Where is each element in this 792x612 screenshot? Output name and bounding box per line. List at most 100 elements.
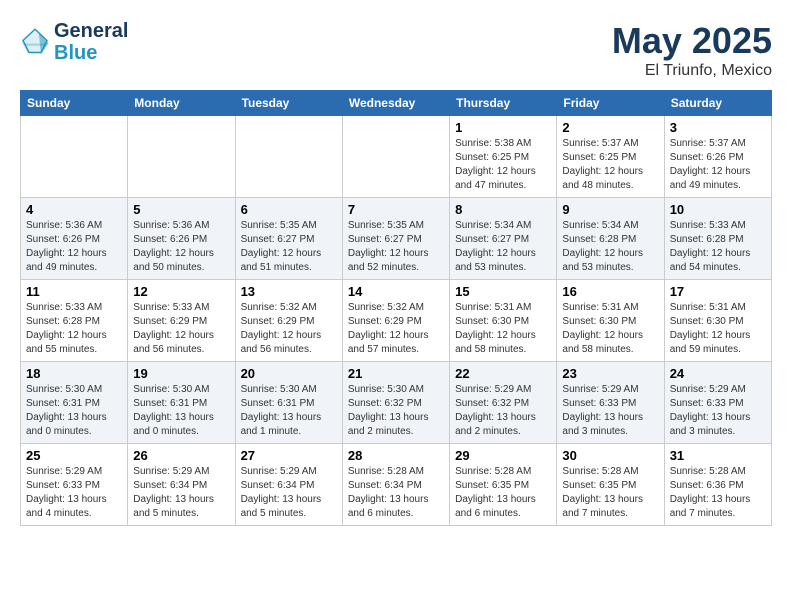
calendar-cell (342, 116, 449, 198)
calendar-cell: 23 Sunrise: 5:29 AMSunset: 6:33 PMDayligh… (557, 362, 664, 444)
calendar-cell (21, 116, 128, 198)
day-info: Sunrise: 5:33 AMSunset: 6:29 PMDaylight:… (133, 301, 229, 357)
calendar-table: SundayMondayTuesdayWednesdayThursdayFrid… (20, 90, 772, 526)
day-number: 31 (670, 448, 766, 463)
day-info: Sunrise: 5:29 AMSunset: 6:33 PMDaylight:… (562, 383, 658, 439)
calendar-cell: 1 Sunrise: 5:38 AMSunset: 6:25 PMDaylight… (450, 116, 557, 198)
day-info: Sunrise: 5:29 AMSunset: 6:32 PMDaylight:… (455, 383, 551, 439)
calendar-cell: 9 Sunrise: 5:34 AMSunset: 6:28 PMDaylight… (557, 198, 664, 280)
day-info: Sunrise: 5:37 AMSunset: 6:25 PMDaylight:… (562, 137, 658, 193)
day-info: Sunrise: 5:33 AMSunset: 6:28 PMDaylight:… (26, 301, 122, 357)
col-header-friday: Friday (557, 91, 664, 116)
day-info: Sunrise: 5:30 AMSunset: 6:31 PMDaylight:… (133, 383, 229, 439)
day-info: Sunrise: 5:36 AMSunset: 6:26 PMDaylight:… (26, 219, 122, 275)
calendar-cell: 30 Sunrise: 5:28 AMSunset: 6:35 PMDayligh… (557, 444, 664, 526)
day-info: Sunrise: 5:29 AMSunset: 6:33 PMDaylight:… (26, 465, 122, 521)
day-info: Sunrise: 5:30 AMSunset: 6:32 PMDaylight:… (348, 383, 444, 439)
calendar-week-2: 4 Sunrise: 5:36 AMSunset: 6:26 PMDaylight… (21, 198, 772, 280)
day-number: 23 (562, 366, 658, 381)
day-number: 17 (670, 284, 766, 299)
logo-icon (20, 27, 50, 57)
day-info: Sunrise: 5:30 AMSunset: 6:31 PMDaylight:… (241, 383, 337, 439)
day-number: 19 (133, 366, 229, 381)
calendar-cell: 10Sunrise: 5:33 AMSunset: 6:28 PMDayligh… (664, 198, 771, 280)
calendar-cell: 20Sunrise: 5:30 AMSunset: 6:31 PMDayligh… (235, 362, 342, 444)
day-number: 30 (562, 448, 658, 463)
calendar-cell: 8 Sunrise: 5:34 AMSunset: 6:27 PMDaylight… (450, 198, 557, 280)
day-number: 10 (670, 202, 766, 217)
col-header-monday: Monday (128, 91, 235, 116)
day-info: Sunrise: 5:34 AMSunset: 6:27 PMDaylight:… (455, 219, 551, 275)
calendar-cell: 3 Sunrise: 5:37 AMSunset: 6:26 PMDaylight… (664, 116, 771, 198)
calendar-cell (235, 116, 342, 198)
month-year: May 2025 (612, 20, 772, 62)
calendar-cell: 24Sunrise: 5:29 AMSunset: 6:33 PMDayligh… (664, 362, 771, 444)
calendar-cell: 26Sunrise: 5:29 AMSunset: 6:34 PMDayligh… (128, 444, 235, 526)
col-header-wednesday: Wednesday (342, 91, 449, 116)
logo: General Blue (20, 20, 128, 64)
logo-text: General Blue (54, 20, 128, 64)
calendar-cell: 2 Sunrise: 5:37 AMSunset: 6:25 PMDaylight… (557, 116, 664, 198)
day-number: 1 (455, 120, 551, 135)
day-number: 11 (26, 284, 122, 299)
day-info: Sunrise: 5:31 AMSunset: 6:30 PMDaylight:… (670, 301, 766, 357)
day-info: Sunrise: 5:28 AMSunset: 6:34 PMDaylight:… (348, 465, 444, 521)
day-number: 21 (348, 366, 444, 381)
day-info: Sunrise: 5:28 AMSunset: 6:35 PMDaylight:… (455, 465, 551, 521)
calendar-week-3: 11 Sunrise: 5:33 AMSunset: 6:28 PMDayligh… (21, 280, 772, 362)
calendar-header: SundayMondayTuesdayWednesdayThursdayFrid… (21, 91, 772, 116)
calendar-cell: 15 Sunrise: 5:31 AMSunset: 6:30 PMDayligh… (450, 280, 557, 362)
day-number: 4 (26, 202, 122, 217)
page-header: General Blue May 2025 El Triunfo, Mexico (20, 20, 772, 80)
day-info: Sunrise: 5:30 AMSunset: 6:31 PMDaylight:… (26, 383, 122, 439)
day-number: 13 (241, 284, 337, 299)
calendar-cell: 14 Sunrise: 5:32 AMSunset: 6:29 PMDayligh… (342, 280, 449, 362)
day-number: 22 (455, 366, 551, 381)
col-header-sunday: Sunday (21, 91, 128, 116)
day-info: Sunrise: 5:38 AMSunset: 6:25 PMDaylight:… (455, 137, 551, 193)
day-number: 18 (26, 366, 122, 381)
day-number: 25 (26, 448, 122, 463)
day-number: 6 (241, 202, 337, 217)
day-info: Sunrise: 5:34 AMSunset: 6:28 PMDaylight:… (562, 219, 658, 275)
day-info: Sunrise: 5:36 AMSunset: 6:26 PMDaylight:… (133, 219, 229, 275)
calendar-cell: 29Sunrise: 5:28 AMSunset: 6:35 PMDayligh… (450, 444, 557, 526)
calendar-cell: 7 Sunrise: 5:35 AMSunset: 6:27 PMDaylight… (342, 198, 449, 280)
calendar-cell: 25 Sunrise: 5:29 AMSunset: 6:33 PMDayligh… (21, 444, 128, 526)
day-info: Sunrise: 5:28 AMSunset: 6:35 PMDaylight:… (562, 465, 658, 521)
calendar-cell: 13 Sunrise: 5:32 AMSunset: 6:29 PMDayligh… (235, 280, 342, 362)
day-info: Sunrise: 5:29 AMSunset: 6:33 PMDaylight:… (670, 383, 766, 439)
day-number: 3 (670, 120, 766, 135)
day-number: 12 (133, 284, 229, 299)
calendar-cell (128, 116, 235, 198)
day-number: 28 (348, 448, 444, 463)
calendar-cell: 5 Sunrise: 5:36 AMSunset: 6:26 PMDaylight… (128, 198, 235, 280)
calendar-cell: 16Sunrise: 5:31 AMSunset: 6:30 PMDayligh… (557, 280, 664, 362)
calendar-cell: 6 Sunrise: 5:35 AMSunset: 6:27 PMDaylight… (235, 198, 342, 280)
calendar-cell: 12 Sunrise: 5:33 AMSunset: 6:29 PMDayligh… (128, 280, 235, 362)
day-number: 7 (348, 202, 444, 217)
day-number: 14 (348, 284, 444, 299)
calendar-cell: 11 Sunrise: 5:33 AMSunset: 6:28 PMDayligh… (21, 280, 128, 362)
location: El Triunfo, Mexico (612, 62, 772, 80)
day-info: Sunrise: 5:37 AMSunset: 6:26 PMDaylight:… (670, 137, 766, 193)
day-number: 2 (562, 120, 658, 135)
day-info: Sunrise: 5:29 AMSunset: 6:34 PMDaylight:… (241, 465, 337, 521)
day-info: Sunrise: 5:32 AMSunset: 6:29 PMDaylight:… (241, 301, 337, 357)
day-info: Sunrise: 5:32 AMSunset: 6:29 PMDaylight:… (348, 301, 444, 357)
day-info: Sunrise: 5:35 AMSunset: 6:27 PMDaylight:… (348, 219, 444, 275)
calendar-cell: 21 Sunrise: 5:30 AMSunset: 6:32 PMDayligh… (342, 362, 449, 444)
calendar-week-1: 1 Sunrise: 5:38 AMSunset: 6:25 PMDaylight… (21, 116, 772, 198)
day-number: 15 (455, 284, 551, 299)
day-number: 8 (455, 202, 551, 217)
calendar-week-4: 18 Sunrise: 5:30 AMSunset: 6:31 PMDayligh… (21, 362, 772, 444)
day-info: Sunrise: 5:35 AMSunset: 6:27 PMDaylight:… (241, 219, 337, 275)
calendar-week-5: 25 Sunrise: 5:29 AMSunset: 6:33 PMDayligh… (21, 444, 772, 526)
day-number: 5 (133, 202, 229, 217)
day-info: Sunrise: 5:31 AMSunset: 6:30 PMDaylight:… (455, 301, 551, 357)
day-number: 27 (241, 448, 337, 463)
day-number: 9 (562, 202, 658, 217)
calendar-cell: 28 Sunrise: 5:28 AMSunset: 6:34 PMDayligh… (342, 444, 449, 526)
calendar-cell: 22 Sunrise: 5:29 AMSunset: 6:32 PMDayligh… (450, 362, 557, 444)
col-header-saturday: Saturday (664, 91, 771, 116)
